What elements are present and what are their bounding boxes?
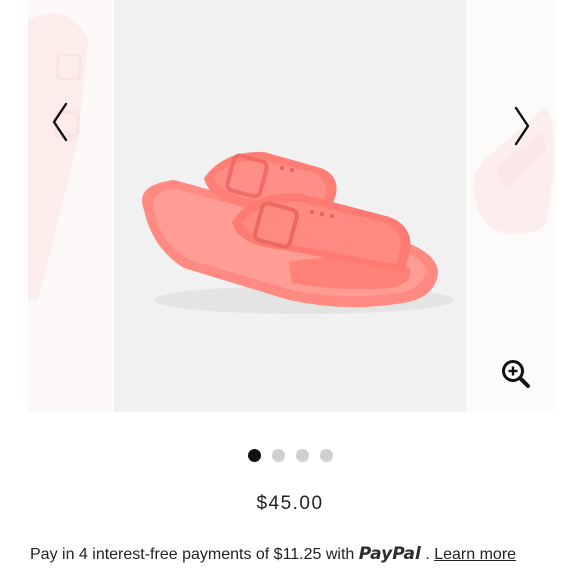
previous-slide-preview bbox=[28, 0, 112, 412]
chevron-right-icon bbox=[514, 106, 530, 146]
zoom-in-icon bbox=[502, 360, 530, 388]
pagination-dot-1[interactable] bbox=[247, 449, 261, 462]
product-price: $45.00 bbox=[256, 493, 324, 514]
paypal-installments-message: Pay in 4 interest-free payments of $11.2… bbox=[30, 544, 570, 564]
pagination-dot-4[interactable] bbox=[319, 449, 333, 462]
product-image-carousel[interactable] bbox=[0, 0, 580, 412]
main-product-image bbox=[114, 0, 466, 412]
learn-more-link[interactable]: Learn more bbox=[434, 546, 516, 563]
installments-text: Pay in 4 interest-free payments of $11.2… bbox=[30, 546, 355, 563]
pagination-dot-3[interactable] bbox=[295, 449, 309, 462]
previous-image-button[interactable] bbox=[46, 100, 76, 144]
zoom-button[interactable] bbox=[500, 358, 532, 390]
pagination-dot-2[interactable] bbox=[271, 449, 285, 462]
next-slide-preview bbox=[466, 0, 556, 412]
chevron-left-icon bbox=[52, 102, 68, 142]
carousel-pagination bbox=[0, 449, 580, 462]
next-image-button[interactable] bbox=[506, 104, 536, 148]
paypal-logo: PayPal bbox=[358, 544, 421, 564]
separator-text: . bbox=[425, 546, 430, 563]
